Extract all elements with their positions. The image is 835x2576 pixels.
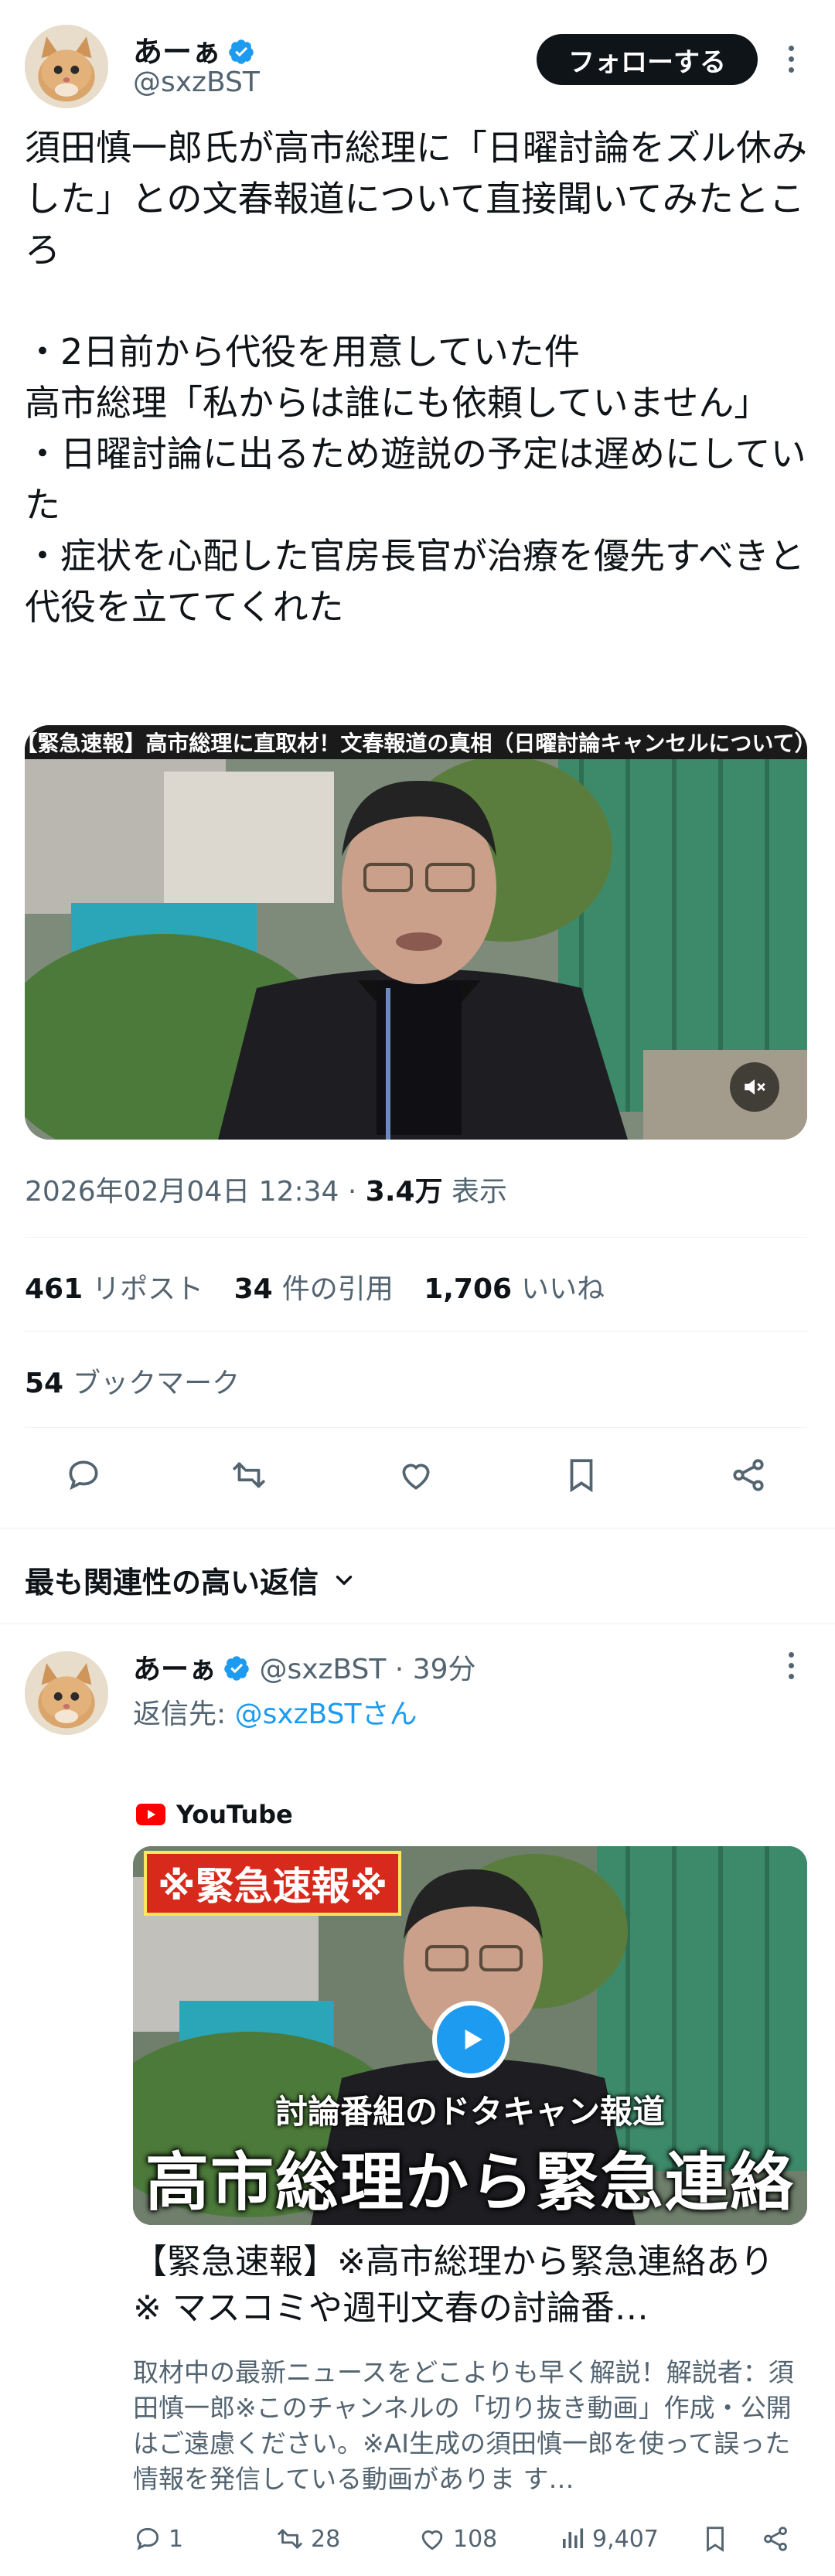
reply-replies-count: 1 (169, 2525, 184, 2553)
reply-header: あーぁ @sxzBST · 39分 (133, 1647, 476, 1687)
video-still-image (25, 725, 807, 1140)
reply-separator: · (394, 1654, 404, 1685)
quotes-count: 34 (233, 1273, 273, 1305)
youtube-card-title[interactable]: 【緊急速報】※高市総理から緊急連絡あり※ マスコミや週刊文春の討論番… (133, 2239, 798, 2332)
reposts-count: 461 (25, 1273, 84, 1305)
reposts-stat[interactable]: 461 リポスト (25, 1273, 203, 1305)
thumbnail-badge: ※緊急速報※ (144, 1851, 402, 1916)
reply-share-icon[interactable] (761, 2516, 790, 2562)
divider (25, 1237, 807, 1238)
meta-separator: · (347, 1176, 357, 1208)
replies-sort-label: 最も関連性の高い返信 (25, 1566, 319, 1600)
author-name-text: あーぁ (133, 35, 222, 69)
reply-author-handle[interactable]: @sxzBST (259, 1654, 386, 1685)
post-timestamp[interactable]: 2026年02月04日 12:34 (25, 1176, 339, 1208)
youtube-card-description: 取材中の最新ニュースをどこよりも早く解説！解説者：須田慎一郎※このチャンネルの「… (133, 2357, 794, 2494)
reply-reposts-count: 28 (311, 2525, 341, 2553)
repost-icon (278, 2529, 302, 2549)
post-meta: 2026年02月04日 12:34 · 3.4万 表示 (25, 1169, 507, 1209)
reposts-label: リポスト (92, 1273, 204, 1305)
youtube-logo-icon (136, 1804, 165, 1825)
reply-bookmark-icon[interactable] (700, 2516, 730, 2562)
bookmark-icon[interactable] (558, 1452, 605, 1498)
youtube-source-label: YouTube (176, 1800, 293, 1829)
replying-to: 返信先: @sxzBSTさん (133, 1692, 417, 1732)
reply-icon (136, 2527, 159, 2550)
reply-like-button[interactable]: 108 (418, 2516, 497, 2562)
replies-sort-dropdown[interactable]: 最も関連性の高い返信 (25, 1559, 357, 1601)
share-icon[interactable] (725, 1452, 772, 1498)
quotes-stat[interactable]: 34 件の引用 (234, 1273, 394, 1305)
author-name[interactable]: あーぁ (133, 28, 255, 70)
verified-badge-icon (229, 39, 254, 64)
reply-to-handle-link[interactable]: @sxzBSTさん (235, 1699, 418, 1730)
reply-author-avatar[interactable] (25, 1651, 108, 1735)
reply-more-options-icon[interactable] (779, 1642, 803, 1688)
play-icon[interactable] (432, 2001, 510, 2078)
chevron-down-icon (336, 1575, 353, 1585)
thumbnail-title: 高市総理から緊急連絡 (145, 2146, 795, 2220)
youtube-source: YouTube (136, 1800, 293, 1829)
likes-count: 1,706 (424, 1273, 513, 1305)
like-icon[interactable] (393, 1452, 439, 1498)
engagement-stats: 461 リポスト 34 件の引用 1,706 いいね (25, 1266, 626, 1307)
reply-time[interactable]: 39分 (413, 1654, 476, 1685)
likes-stat[interactable]: 1,706 いいね (424, 1273, 605, 1305)
views-icon (563, 2528, 584, 2548)
divider (25, 1427, 807, 1428)
likes-label: いいね (521, 1273, 605, 1305)
mute-icon[interactable] (730, 1062, 779, 1112)
repost-icon[interactable] (226, 1452, 272, 1498)
like-icon (421, 2530, 443, 2550)
quotes-label: 件の引用 (281, 1273, 394, 1305)
bookmarks-stat[interactable]: 54 ブックマーク (25, 1361, 240, 1401)
follow-button[interactable]: フォローする (537, 34, 758, 85)
thumbnail-subtitle: 討論番組のドタキャン報道 (274, 2093, 665, 2131)
reply-views-button[interactable]: 9,407 (558, 2516, 659, 2562)
reply-likes-count: 108 (453, 2525, 498, 2553)
bookmarks-count: 54 (25, 1368, 64, 1399)
author-handle[interactable]: @sxzBST (133, 66, 260, 98)
verified-badge-icon (224, 1656, 249, 1681)
reply-to-prefix: 返信先: (133, 1699, 235, 1730)
reply-views-count: 9,407 (592, 2525, 659, 2553)
divider (25, 1331, 807, 1332)
reply-reply-button[interactable]: 1 (133, 2516, 183, 2562)
author-avatar[interactable] (25, 25, 108, 108)
post-action-bar (0, 1444, 835, 1506)
reply-repost-button[interactable]: 28 (275, 2516, 340, 2562)
reply-author-name[interactable]: あーぁ (133, 1654, 216, 1685)
more-options-icon[interactable] (779, 36, 803, 82)
post-text: 須田慎一郎氏が高市総理に「日曜討論をズル休みした」との文春報道について直接聞いて… (25, 127, 807, 628)
post-video[interactable]: 【緊急速報】高市総理に直取材！文春報道の真相（日曜討論キャンセルについて） (25, 725, 807, 1140)
views-count: 3.4万 (365, 1176, 443, 1208)
video-banner-text: 【緊急速報】高市総理に直取材！文春報道の真相（日曜討論キャンセルについて） (25, 725, 807, 759)
bookmarks-label: ブックマーク (73, 1368, 240, 1399)
youtube-card-thumbnail[interactable]: ※緊急速報※ 討論番組のドタキャン報道 高市総理から緊急連絡 (133, 1846, 807, 2225)
reply-icon[interactable] (60, 1452, 107, 1498)
reply-action-bar: 1 28 108 9,407 (0, 2516, 835, 2562)
views-label: 表示 (452, 1176, 508, 1208)
